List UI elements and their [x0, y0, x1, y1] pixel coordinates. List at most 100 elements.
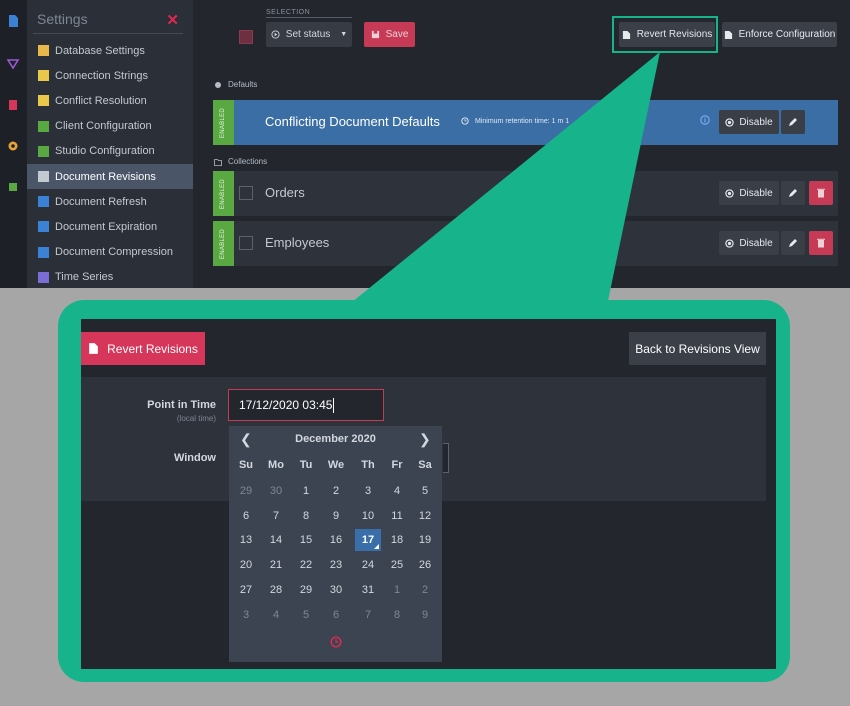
calendar-day[interactable]: 21 [263, 554, 289, 576]
sidebar-item-document-compression[interactable]: Document Compression [27, 240, 193, 265]
calendar-day[interactable]: 19 [412, 529, 438, 551]
calendar-month-label: December 2020 [295, 433, 376, 445]
weekday-label: Su [238, 459, 254, 471]
collection-row-employees[interactable]: ENABLED Employees Disable [213, 221, 838, 266]
back-to-revisions-view-button[interactable]: Back to Revisions View [629, 332, 766, 365]
calendar-day[interactable]: 8 [293, 505, 319, 527]
delete-button[interactable] [809, 231, 833, 255]
calendar-day[interactable]: 2 [412, 579, 438, 601]
settings-menu: Settings ✕ Database Settings Connection S… [27, 0, 193, 288]
disable-button[interactable]: Disable [719, 110, 779, 134]
calendar-day[interactable]: 1 [293, 480, 319, 502]
sidebar-item-document-expiration[interactable]: Document Expiration [27, 214, 193, 239]
disable-label: Disable [739, 237, 773, 249]
weekday-label: Tu [299, 459, 313, 471]
calendar-day[interactable]: 15 [293, 529, 319, 551]
compression-icon [38, 246, 49, 258]
calendar-day[interactable]: 14 [263, 529, 289, 551]
edit-button[interactable] [781, 181, 805, 205]
calendar-day[interactable]: 8 [384, 604, 410, 626]
calendar-day[interactable]: 26 [412, 554, 438, 576]
calendar-day[interactable]: 4 [263, 604, 289, 626]
calendar-day[interactable]: 24 [355, 554, 381, 576]
sidebar-item-connection-strings[interactable]: Connection Strings [27, 63, 193, 88]
calendar-day[interactable]: 10 [355, 505, 381, 527]
status-badge: ENABLED [213, 221, 234, 266]
defaults-section-label: Defaults [214, 80, 257, 89]
pencil-icon [789, 239, 797, 247]
calendar-day[interactable]: 29 [233, 480, 259, 502]
defaults-row[interactable]: ENABLED Conflicting Document Defaults Mi… [213, 100, 838, 145]
sidebar-item-client-configuration[interactable]: Client Configuration [27, 114, 193, 139]
calendar-day[interactable]: 30 [263, 480, 289, 502]
calendar-day[interactable]: 9 [412, 604, 438, 626]
calendar-day[interactable]: 20 [233, 554, 259, 576]
stats-icon[interactable] [6, 180, 20, 194]
calendar-day[interactable]: 30 [323, 579, 349, 601]
calendar-day[interactable]: 5 [293, 604, 319, 626]
sidebar-item-studio-configuration[interactable]: Studio Configuration [27, 139, 193, 164]
calendar-day[interactable]: 3 [233, 604, 259, 626]
calendar-day[interactable]: 6 [233, 505, 259, 527]
calendar-day[interactable]: 31 [355, 579, 381, 601]
calendar-day[interactable]: 4 [384, 480, 410, 502]
settings-menu-title: Settings [37, 11, 88, 27]
window-input[interactable] [443, 443, 449, 473]
calendar-day[interactable]: 3 [355, 480, 381, 502]
calendar-day[interactable]: 23 [323, 554, 349, 576]
calendar-day[interactable]: 9 [323, 505, 349, 527]
calendar-day[interactable]: 22 [293, 554, 319, 576]
save-button[interactable]: Save [364, 22, 415, 47]
info-icon[interactable] [700, 115, 710, 125]
select-all-checkbox[interactable] [239, 30, 253, 44]
sidebar-item-time-series[interactable]: Time Series [27, 265, 193, 288]
calendar-day[interactable]: 2 [323, 480, 349, 502]
calendar-day[interactable]: 12 [412, 505, 438, 527]
sidebar-item-conflict-resolution[interactable]: Conflict Resolution [27, 88, 193, 113]
calendar-day[interactable]: 1 [384, 579, 410, 601]
clock-icon[interactable] [330, 636, 342, 648]
documents-icon[interactable] [6, 14, 20, 28]
row-checkbox[interactable] [239, 236, 253, 250]
tasks-icon[interactable] [6, 98, 20, 112]
row-checkbox[interactable] [239, 186, 253, 200]
disable-button[interactable]: Disable [719, 231, 779, 255]
revert-revisions-action-button[interactable]: Revert Revisions [81, 332, 205, 365]
sidebar-item-document-revisions[interactable]: Document Revisions [27, 164, 193, 189]
gear-icon[interactable] [6, 139, 20, 153]
edit-button[interactable] [781, 110, 805, 134]
delete-button[interactable] [809, 181, 833, 205]
point-in-time-input[interactable]: 17/12/2020 03:45 [228, 389, 384, 421]
calendar-day[interactable]: 16 [323, 529, 349, 551]
enforce-configuration-button[interactable]: Enforce Configuration [722, 22, 837, 47]
calendar-day[interactable]: 28 [263, 579, 289, 601]
calendar-day[interactable]: 13 [233, 529, 259, 551]
calendar-day[interactable]: 5 [412, 480, 438, 502]
sidebar-item-document-refresh[interactable]: Document Refresh [27, 189, 193, 214]
conflict-icon [38, 95, 49, 107]
retention-info: Minimum retention time: 1 m 1 [461, 117, 569, 125]
chevron-right-icon[interactable]: ❯ [419, 431, 431, 448]
calendar-day[interactable]: 7 [263, 505, 289, 527]
collection-row-orders[interactable]: ENABLED Orders Disable [213, 171, 838, 216]
calendar-day-selected[interactable]: 17 [355, 529, 381, 552]
calendar-day[interactable]: 27 [233, 579, 259, 601]
calendar-day[interactable]: 29 [293, 579, 319, 601]
point-in-time-label: Point in Time [147, 399, 216, 411]
revisions-main: SELECTION Set status ▼ Save Revert Revis… [193, 0, 850, 288]
calendar-day[interactable]: 6 [323, 604, 349, 626]
calendar-day[interactable]: 11 [384, 505, 410, 527]
set-status-button[interactable]: Set status ▼ [266, 22, 352, 47]
indexes-icon[interactable] [6, 57, 20, 71]
sidebar-item-database-settings[interactable]: Database Settings [27, 38, 193, 63]
calendar-day[interactable]: 25 [384, 554, 410, 576]
weekday-label: We [327, 459, 345, 471]
collections-label: Collections [228, 157, 268, 166]
client-icon [38, 120, 49, 132]
calendar-day[interactable]: 7 [355, 604, 381, 626]
calendar-day[interactable]: 18 [384, 529, 410, 551]
close-icon[interactable]: ✕ [166, 11, 179, 29]
disable-button[interactable]: Disable [719, 181, 779, 205]
edit-button[interactable] [781, 231, 805, 255]
trash-icon [817, 238, 825, 248]
